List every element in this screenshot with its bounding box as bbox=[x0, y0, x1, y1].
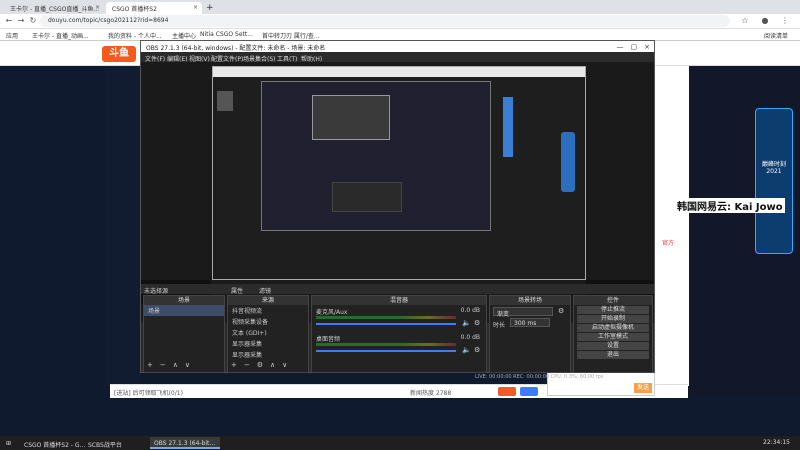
menu-icon[interactable]: ⋮ bbox=[780, 16, 790, 26]
preview-capture bbox=[212, 66, 586, 280]
sources-dock: 来源 抖音视频流 视频采集设备 文本 (GDI+) 显示器采集 显示器采集 + … bbox=[227, 295, 309, 373]
gift-column bbox=[655, 66, 689, 386]
captured-promo-panel bbox=[561, 132, 575, 192]
volume-slider[interactable] bbox=[316, 323, 456, 325]
side-label: 官方 bbox=[662, 240, 675, 247]
stream-sidebar bbox=[105, 66, 140, 386]
reading-list[interactable]: 阅读清单 bbox=[764, 31, 788, 40]
filters-button[interactable]: 滤镜 bbox=[259, 286, 271, 295]
url-input[interactable]: douyu.com/topic/csgo202112?rid=8694 bbox=[40, 15, 730, 27]
captured-browser-bar bbox=[213, 67, 585, 77]
transition-select[interactable]: 渐变 bbox=[493, 307, 553, 318]
source-controls[interactable]: + − ⚙ ∧ ∨ bbox=[231, 360, 287, 370]
source-item[interactable]: 抖音视频流 bbox=[228, 305, 308, 316]
meter-bar bbox=[316, 343, 456, 346]
bookmark[interactable]: 我的资料 - 个人中... bbox=[108, 31, 162, 40]
heat-stats: 新闻热度 2788 bbox=[410, 390, 452, 397]
transitions-title: 场景转场 bbox=[490, 296, 570, 305]
address-bar: ← → ↻ douyu.com/topic/csgo202112?rid=869… bbox=[0, 14, 800, 29]
bookmark[interactable]: 主播中心 bbox=[172, 31, 196, 40]
no-source-label: 未选择源 bbox=[144, 288, 169, 295]
captured-obs bbox=[261, 81, 491, 231]
duration-label: 时长 bbox=[493, 322, 506, 329]
scenes-title: 场景 bbox=[144, 296, 224, 305]
properties-button[interactable]: 属性 bbox=[231, 286, 243, 295]
source-item[interactable]: 视频采集设备 bbox=[228, 316, 308, 327]
taskbar: ⊞ CSGO 首播杯S2 - G... SCBS战平台 OBS 27.1.3 (… bbox=[0, 436, 800, 450]
promo-text: 巅峰时刻 2021 bbox=[761, 161, 786, 175]
tab-label: CSGO 首播杯S2 bbox=[112, 6, 157, 13]
gear-icon[interactable]: ⚙ bbox=[558, 307, 564, 315]
controls-title: 控件 bbox=[574, 296, 652, 305]
scene-item[interactable]: 场景 bbox=[144, 305, 224, 316]
gift-button[interactable] bbox=[498, 387, 516, 396]
send-button[interactable]: 发送 bbox=[634, 383, 652, 393]
virtual-camera-button[interactable]: 启动虚拟摄像机 bbox=[577, 324, 649, 332]
track-name: 桌面音频 bbox=[316, 336, 341, 343]
browser-tab[interactable]: 王卡尔 - 直播_CSGO直播_斗鱼... × bbox=[4, 2, 104, 14]
close-icon[interactable]: × bbox=[193, 4, 198, 11]
source-item[interactable]: 显示器采集 bbox=[228, 349, 308, 360]
volume-slider[interactable] bbox=[316, 350, 456, 352]
source-item[interactable]: 显示器采集 bbox=[228, 338, 308, 349]
exit-button[interactable]: 退出 bbox=[577, 351, 649, 359]
mute-icon[interactable]: 🔈 bbox=[462, 346, 471, 354]
track-name: 麦克风/Aux bbox=[316, 309, 348, 316]
site-logo[interactable]: 斗鱼 bbox=[102, 46, 136, 62]
promo-panel[interactable]: 巅峰时刻 2021 bbox=[755, 108, 793, 254]
scenes-dock: 场景 场景 + − ∧ ∨ bbox=[143, 295, 225, 373]
tab-bar: 王卡尔 - 直播_CSGO直播_斗鱼... × CSGO 首播杯S2 × + bbox=[0, 0, 800, 14]
settings-button[interactable]: 设置 bbox=[577, 342, 649, 350]
bookmark[interactable]: 首中转刀刃 属行/查... bbox=[262, 31, 320, 40]
track-db: 0.0 dB bbox=[460, 334, 480, 341]
captured-avatar bbox=[217, 91, 233, 111]
overlay-caption: 韩国网易云: Kai Jowo bbox=[675, 198, 785, 213]
track-db: 0.0 dB bbox=[460, 307, 480, 314]
obs-menubar: 文件(F) 编辑(E) 视图(V) 配置文件(P) 场景集合(S) 工具(T) … bbox=[141, 52, 654, 63]
clock: 22:34:15 bbox=[763, 439, 790, 446]
profile-icon[interactable]: ● bbox=[760, 16, 770, 26]
taskbar-item[interactable]: CSGO 首播杯S2 - G... bbox=[20, 437, 85, 449]
meter-bar bbox=[316, 316, 456, 319]
obs-window[interactable]: OBS 27.1.3 (64-bit, windows) - 配置文件: 未命名… bbox=[140, 40, 655, 373]
bookmark[interactable]: 王卡尔 - 直播_动画... bbox=[32, 31, 89, 40]
obs-title: OBS 27.1.3 (64-bit, windows) - 配置文件: 未命名… bbox=[141, 41, 654, 52]
taskbar-item-active[interactable]: OBS 27.1.3 (64-bit... bbox=[150, 437, 220, 449]
tab-label: 王卡尔 - 直播_CSGO直播_斗鱼... bbox=[10, 6, 100, 13]
reload-icon[interactable]: ↻ bbox=[28, 16, 38, 26]
captured-mixer bbox=[332, 182, 402, 212]
stop-streaming-button[interactable]: 停止推流 bbox=[577, 306, 649, 314]
captured-preview bbox=[312, 95, 390, 140]
mixer-dock: 混音器 麦克风/Aux 0.0 dB 🔈 ⚙ 桌面音频 0.0 dB 🔈 ⚙ bbox=[311, 295, 487, 373]
back-icon[interactable]: ← bbox=[4, 16, 14, 26]
browser-tab-active[interactable]: CSGO 首播杯S2 × bbox=[106, 2, 202, 14]
transitions-dock: 场景转场 渐变 ⚙ 时长 300 ms bbox=[489, 295, 571, 373]
close-icon[interactable]: × bbox=[95, 4, 100, 11]
sources-title: 来源 bbox=[228, 296, 308, 305]
taskbar-item[interactable]: SCBS战平台 bbox=[84, 437, 144, 449]
star-icon[interactable]: ☆ bbox=[740, 16, 750, 26]
studio-mode-button[interactable]: 工作室模式 bbox=[577, 333, 649, 341]
scene-controls[interactable]: + − ∧ ∨ bbox=[147, 360, 190, 370]
duration-input[interactable]: 300 ms bbox=[510, 318, 550, 327]
start-icon[interactable]: ⊞ bbox=[2, 437, 16, 449]
fan-button[interactable] bbox=[520, 387, 538, 396]
chat-hint[interactable]: [进站] 后可领取飞机(0/1) bbox=[114, 388, 183, 397]
start-recording-button[interactable]: 开始录制 bbox=[577, 315, 649, 323]
window-controls[interactable]: — ▢ × bbox=[617, 42, 650, 52]
gear-icon[interactable]: ⚙ bbox=[474, 346, 480, 354]
mute-icon[interactable]: 🔈 bbox=[462, 319, 471, 327]
bookmark[interactable]: 应用 bbox=[6, 31, 18, 40]
controls-dock: 控件 停止推流 开始录制 启动虚拟摄像机 工作室模式 设置 退出 bbox=[573, 295, 653, 373]
forward-icon[interactable]: → bbox=[16, 16, 26, 26]
source-item[interactable]: 文本 (GDI+) bbox=[228, 327, 308, 338]
gear-icon[interactable]: ⚙ bbox=[474, 319, 480, 327]
captured-side-widget bbox=[503, 97, 513, 157]
source-toolbar: 未选择源 属性 滤镜 bbox=[141, 284, 654, 295]
bookmark[interactable]: Nitia CSGO Sett... bbox=[200, 31, 253, 38]
mixer-title: 混音器 bbox=[312, 296, 486, 305]
new-tab-icon[interactable]: + bbox=[204, 2, 216, 14]
obs-status-footer: LIVE: 00:00:00 REC: 00:00:00 CPU: 0.3%, … bbox=[475, 374, 604, 380]
